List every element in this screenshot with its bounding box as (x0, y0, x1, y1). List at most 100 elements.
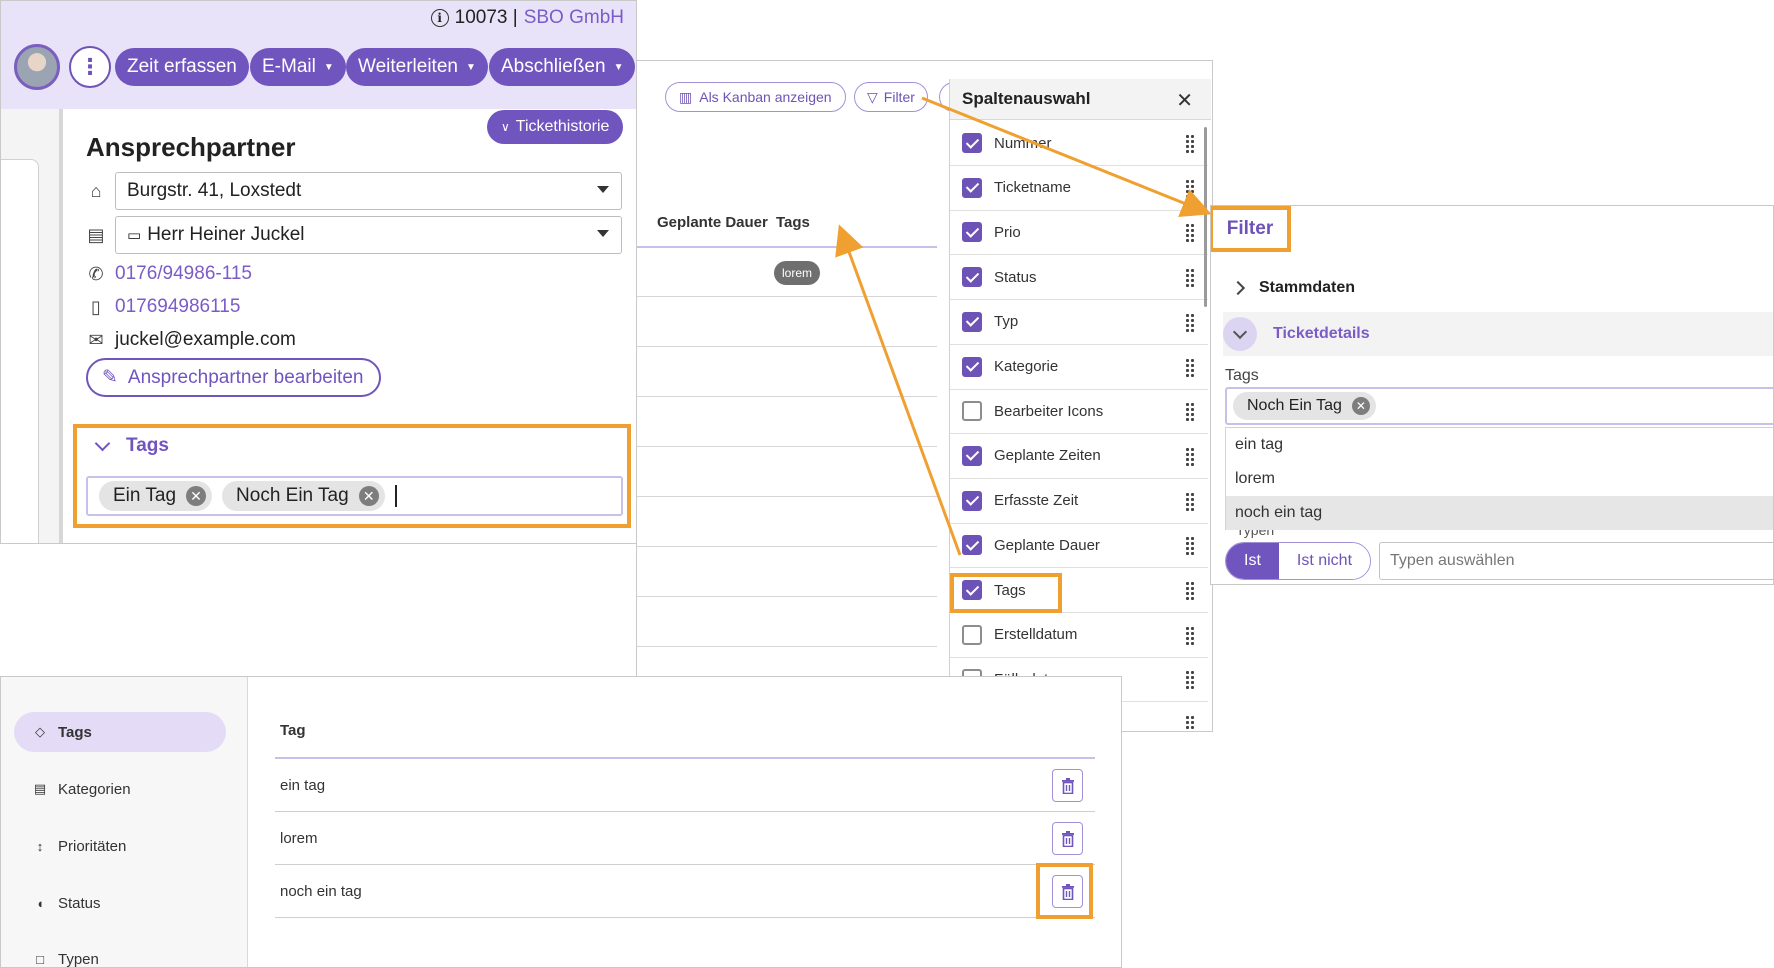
email-button[interactable]: E-Mail ▼ (250, 48, 346, 86)
ticket-history-button[interactable]: ∨ Tickethistorie (487, 110, 624, 144)
sidebar-item-status[interactable]: ◖ Status (14, 883, 226, 923)
checkbox[interactable] (962, 401, 982, 422)
person-value: Herr Heiner Juckel (147, 224, 305, 245)
drag-handle-icon[interactable] (1186, 537, 1194, 556)
edit-contact-button[interactable]: ✎ Ansprechpartner bearbeiten (86, 358, 382, 397)
trash-icon[interactable] (1052, 822, 1083, 855)
kanban-view-label: Als Kanban anzeigen (699, 89, 832, 105)
column-option[interactable]: Prio (950, 210, 1208, 256)
checkbox[interactable] (962, 624, 982, 645)
checkbox[interactable] (962, 177, 982, 198)
column-option[interactable]: Nummer (950, 121, 1208, 166)
filter-panel: Filter Stammdaten Ticketdetails Tags Noc… (1210, 205, 1774, 585)
remove-tag-icon[interactable]: ✕ (186, 486, 207, 506)
tag-name: lorem (280, 829, 318, 847)
phone-link[interactable]: 0176/94986-115 (115, 263, 252, 285)
drag-handle-icon[interactable] (1186, 671, 1194, 690)
column-option[interactable]: Geplante Dauer (950, 523, 1208, 569)
tags-input[interactable]: Ein Tag ✕ Noch Ein Tag ✕ (86, 476, 623, 516)
drag-handle-icon[interactable] (1186, 358, 1194, 377)
close-ticket-button[interactable]: Abschließen ▼ (489, 48, 636, 86)
info-icon[interactable]: i (430, 9, 449, 27)
square-icon: □ (36, 951, 44, 967)
tags-section-highlight: Tags Ein Tag ✕ Noch Ein Tag ✕ (73, 424, 631, 528)
checkbox[interactable] (962, 356, 982, 377)
avatar[interactable] (14, 44, 60, 90)
is-toggle: Ist Ist nicht (1225, 542, 1372, 580)
trash-icon[interactable] (1052, 769, 1083, 802)
column-header-planned-duration[interactable]: Geplante Dauer (657, 214, 768, 231)
column-option[interactable]: Typ (950, 300, 1208, 345)
kanban-view-button[interactable]: ▥ Als Kanban anzeigen (665, 82, 846, 112)
checkbox[interactable] (962, 490, 982, 511)
column-option[interactable]: Status (950, 255, 1208, 301)
tags-filter-input[interactable]: Noch Ein Tag ✕ (1225, 387, 1773, 425)
time-entry-button[interactable]: Zeit erfassen (115, 48, 249, 86)
is-button[interactable]: Ist (1226, 543, 1279, 579)
drag-handle-icon[interactable] (1186, 313, 1194, 332)
email-label: E-Mail (262, 56, 316, 77)
types-input[interactable]: Typen auswählen (1379, 542, 1773, 580)
remove-tag-icon[interactable]: ✕ (358, 486, 379, 506)
checkbox[interactable] (962, 267, 982, 288)
drag-handle-icon[interactable] (1186, 224, 1194, 243)
scrollbar[interactable] (1204, 127, 1207, 307)
drag-handle-icon[interactable] (1186, 447, 1194, 466)
forward-button[interactable]: Weiterleiten ▼ (346, 48, 488, 86)
company-link[interactable]: SBO GmbH (524, 7, 624, 29)
home-icon: ⌂ (90, 180, 102, 201)
checkbox[interactable] (962, 311, 982, 332)
master-data-accordion[interactable]: Stammdaten (1223, 266, 1773, 310)
column-header-tags[interactable]: Tags (776, 214, 810, 231)
ticket-list-panel: ▥ Als Kanban anzeigen ▽ Filter Geplante Da… (636, 60, 1213, 732)
mail-icon: ✉ (88, 329, 104, 350)
sidebar-item-priorities[interactable]: ↕ Prioritäten (14, 826, 226, 866)
is-not-button[interactable]: Ist nicht (1278, 543, 1371, 579)
drag-handle-icon[interactable] (1186, 179, 1194, 198)
table-row: ein tag (275, 759, 1095, 812)
header-divider (637, 246, 937, 248)
drag-handle-icon[interactable] (1186, 716, 1194, 731)
dropdown-option[interactable]: ein tag (1226, 428, 1773, 462)
mobile-link[interactable]: 017694986115 (115, 296, 240, 318)
sidebar-item-categories[interactable]: ▤ Kategorien (14, 769, 226, 809)
ticket-details-label: Ticketdetails (1273, 325, 1370, 342)
close-icon[interactable]: ✕ (1176, 88, 1193, 113)
drag-handle-icon[interactable] (1186, 403, 1194, 422)
time-entry-label: Zeit erfassen (127, 56, 237, 77)
checkbox[interactable] (962, 535, 982, 556)
sidebar-item-types[interactable]: □ Typen (14, 939, 226, 968)
column-option[interactable]: Ticketname (950, 166, 1208, 211)
table-row: noch ein tag (275, 865, 1095, 918)
checkbox[interactable] (962, 222, 982, 243)
column-option[interactable]: Bearbeiter Icons (950, 389, 1208, 435)
drag-handle-icon[interactable] (1186, 135, 1194, 153)
checkbox[interactable] (962, 133, 982, 153)
person-select[interactable]: ▭ Herr Heiner Juckel (115, 216, 622, 254)
column-option[interactable]: Geplante Zeiten (950, 434, 1208, 479)
drag-handle-icon[interactable] (1186, 269, 1194, 288)
drag-handle-icon[interactable] (1186, 492, 1194, 511)
sidebar-item-tags[interactable]: ◇ Tags (14, 712, 226, 752)
filter-button[interactable]: ▽ Filter (854, 82, 928, 112)
tags-column-highlight (950, 573, 1062, 613)
drag-handle-icon[interactable] (1186, 582, 1194, 600)
dropdown-option[interactable]: lorem (1226, 462, 1773, 496)
checkbox[interactable] (962, 445, 982, 466)
dropdown-option[interactable]: noch ein tag (1226, 496, 1773, 530)
ticket-details-accordion[interactable]: Ticketdetails (1223, 312, 1773, 356)
column-option[interactable]: Erstelldatum (950, 613, 1208, 658)
tags-section-label: Tags (126, 435, 169, 456)
sidebar-item-label: Status (58, 894, 101, 912)
remove-tag-icon[interactable]: ✕ (1351, 397, 1370, 415)
email-value[interactable]: juckel@example.com (115, 329, 296, 351)
more-options-button[interactable]: ⋮ (69, 46, 111, 88)
column-option[interactable]: Kategorie (950, 345, 1208, 390)
filter-label: Filter (883, 89, 915, 105)
address-select[interactable]: Burgstr. 41, Loxstedt (115, 172, 622, 210)
drag-handle-icon[interactable] (1186, 626, 1194, 645)
tags-section-toggle[interactable]: Tags (94, 435, 169, 457)
column-option[interactable]: Erfasste Zeit (950, 479, 1208, 524)
ticket-id: 10073 | (454, 7, 518, 28)
table-row (637, 596, 937, 597)
